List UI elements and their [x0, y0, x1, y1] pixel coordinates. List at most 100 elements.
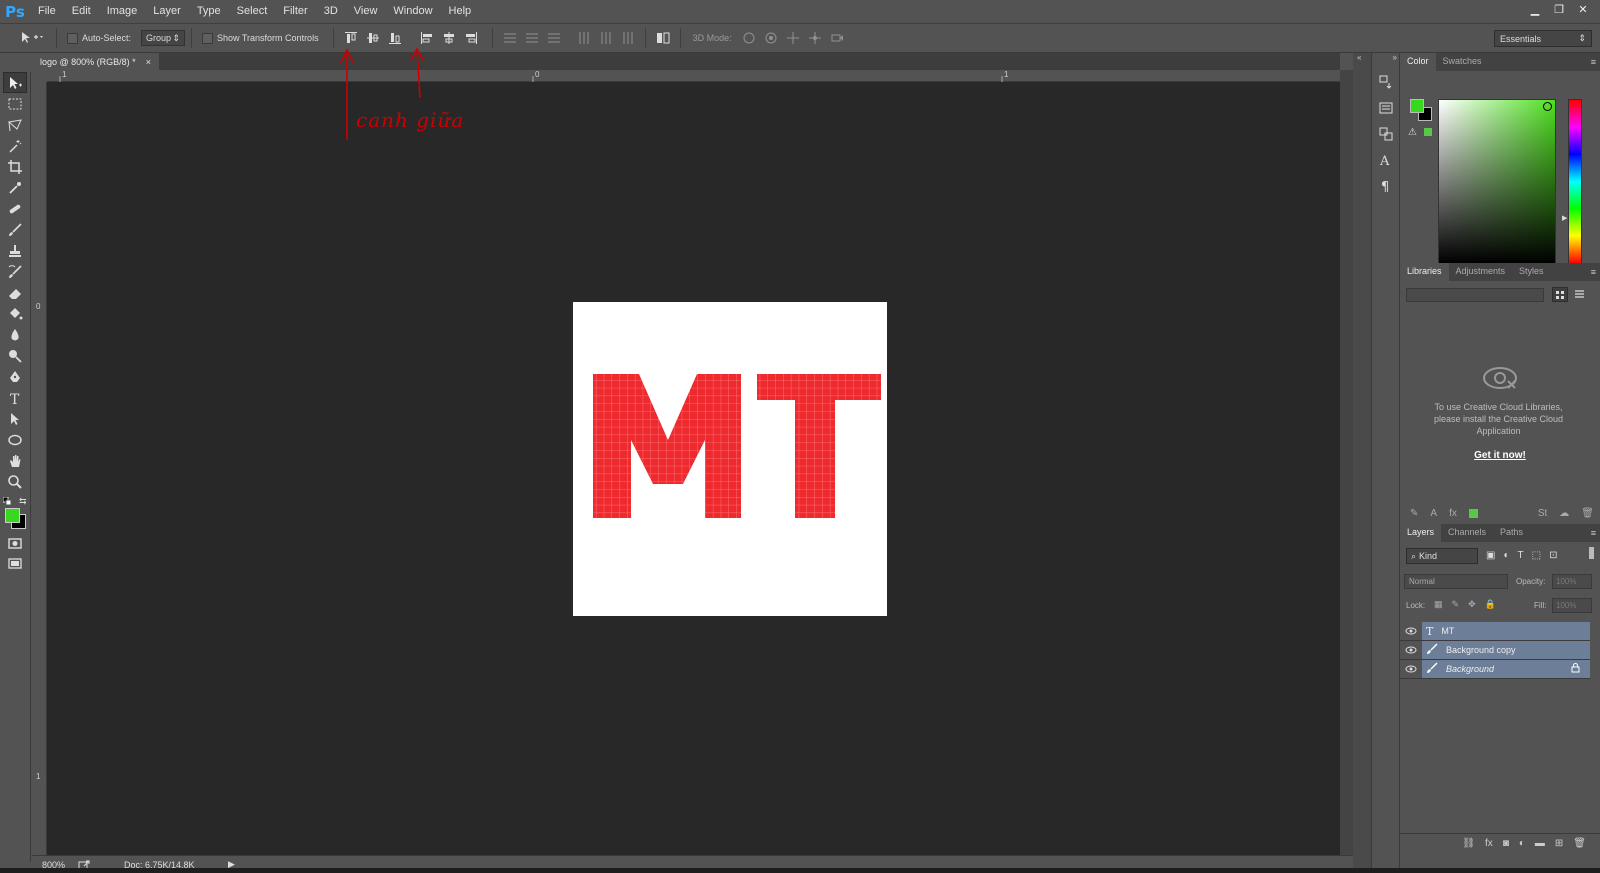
menu-layer[interactable]: Layer [145, 0, 189, 23]
distribute-hcenter-icon[interactable] [597, 29, 615, 47]
3d-pan-icon[interactable] [784, 29, 802, 47]
ruler-vertical[interactable]: 0 1 [32, 70, 47, 855]
workspace-dropdown[interactable]: Essentials ⇕ [1494, 30, 1592, 47]
trash-icon[interactable]: 🗑 [1581, 508, 1594, 519]
paint-bucket-tool-icon[interactable] [3, 303, 27, 324]
menu-3d[interactable]: 3D [316, 0, 346, 23]
menu-select[interactable]: Select [229, 0, 276, 23]
3d-orbit-icon[interactable] [740, 29, 758, 47]
distribute-right-icon[interactable] [619, 29, 637, 47]
ruler-horizontal[interactable]: 1 0 1 [47, 70, 1340, 82]
auto-select-dropdown[interactable]: Group ⇕ [141, 30, 186, 46]
tab-layers[interactable]: Layers [1400, 524, 1442, 542]
grid-view-icon[interactable] [1552, 287, 1568, 302]
magic-wand-tool-icon[interactable] [3, 135, 27, 156]
library-dropdown[interactable] [1406, 288, 1544, 302]
list-view-icon[interactable] [1572, 287, 1588, 302]
new-group-icon[interactable]: ▬ [1535, 838, 1545, 849]
layer-body[interactable]: Background [1422, 660, 1590, 678]
default-colors-icon[interactable] [2, 496, 12, 506]
properties-panel-icon[interactable] [1375, 97, 1397, 119]
eye-icon[interactable] [1400, 660, 1422, 679]
menu-file[interactable]: File [30, 0, 64, 23]
3d-scale-icon[interactable] [828, 29, 846, 47]
lock-transparent-icon[interactable]: ▦ [1434, 599, 1443, 610]
3d-roll-icon[interactable] [762, 29, 780, 47]
marquee-tool-icon[interactable] [3, 93, 27, 114]
distribute-left-icon[interactable] [575, 29, 593, 47]
filter-toggle-switch[interactable] [1589, 547, 1594, 559]
menu-window[interactable]: Window [385, 0, 440, 23]
collapse-panels-icon[interactable]: « [1357, 53, 1361, 62]
layer-row[interactable]: T MT [1400, 622, 1590, 641]
get-it-now-link[interactable]: Get it now! [1400, 450, 1600, 461]
hand-tool-icon[interactable] [3, 450, 27, 471]
paragraph-panel-icon[interactable]: ¶ [1375, 175, 1397, 197]
menu-image[interactable]: Image [99, 0, 146, 23]
lock-pixels-icon[interactable]: ✎ [1452, 599, 1460, 610]
history-brush-tool-icon[interactable] [3, 261, 27, 282]
brush-tool-icon[interactable] [3, 219, 27, 240]
filter-type-icon[interactable]: T [1518, 550, 1524, 561]
auto-align-layers-icon[interactable] [654, 29, 672, 47]
panel-menu-icon[interactable]: ≡ [1591, 57, 1596, 67]
hue-slider[interactable] [1568, 99, 1582, 264]
panel-menu-icon[interactable]: ≡ [1591, 528, 1596, 538]
quick-mask-icon[interactable] [3, 532, 27, 553]
filter-shape-icon[interactable]: ⬚ [1532, 550, 1541, 561]
layer-body[interactable]: T MT [1422, 622, 1590, 640]
layer-style-icon[interactable]: fx [1485, 838, 1493, 849]
color-picker-field[interactable] [1438, 99, 1556, 264]
screen-mode-icon[interactable] [3, 553, 27, 574]
menu-type[interactable]: Type [189, 0, 229, 23]
opacity-field[interactable]: 100% [1552, 574, 1592, 589]
filter-pixel-icon[interactable]: ▣ [1486, 550, 1495, 561]
ruler-origin[interactable] [32, 70, 47, 82]
layer-body[interactable]: Background copy [1422, 641, 1590, 659]
3d-slide-icon[interactable] [806, 29, 824, 47]
tab-styles[interactable]: Styles [1512, 263, 1551, 281]
panel-menu-icon[interactable]: ≡ [1591, 267, 1596, 277]
link-layers-icon[interactable]: ⛓ [1462, 838, 1475, 849]
fill-field[interactable]: 100% [1552, 598, 1592, 613]
swap-colors-icon[interactable]: ⇆ [19, 496, 28, 506]
document-tab[interactable]: logo @ 800% (RGB/8) * × [32, 53, 159, 70]
zoom-tool-icon[interactable] [3, 471, 27, 492]
character-panel-icon[interactable]: A [1375, 149, 1397, 171]
restore-button[interactable]: ❐ [1548, 2, 1570, 18]
add-layer-style-icon[interactable]: fx [1449, 508, 1457, 519]
menu-help[interactable]: Help [441, 0, 480, 23]
vertical-scrollbar[interactable] [1340, 70, 1353, 855]
dodge-tool-icon[interactable] [3, 345, 27, 366]
add-character-style-icon[interactable]: A [1430, 508, 1437, 519]
filter-smart-object-icon[interactable]: ⊡ [1549, 550, 1557, 561]
eyedropper-tool-icon[interactable] [3, 177, 27, 198]
close-tab-icon[interactable]: × [146, 57, 151, 67]
pen-tool-icon[interactable] [3, 366, 27, 387]
expand-panels-icon[interactable]: » [1372, 53, 1399, 67]
show-transform-checkbox[interactable] [202, 32, 214, 44]
move-tool-preset-icon[interactable] [14, 26, 50, 50]
eraser-tool-icon[interactable] [3, 282, 27, 303]
lasso-tool-icon[interactable] [3, 114, 27, 135]
blend-mode-dropdown[interactable]: Normal [1404, 574, 1508, 589]
history-panel-icon[interactable] [1375, 71, 1397, 93]
canvas-area[interactable]: MT canh giữa [47, 47, 1353, 855]
layer-mask-icon[interactable]: ◙ [1503, 838, 1509, 849]
eye-icon[interactable] [1400, 641, 1422, 660]
add-graphic-icon[interactable]: ✎ [1410, 508, 1418, 519]
minimize-button[interactable]: ▁ [1524, 2, 1546, 18]
tab-swatches[interactable]: Swatches [1436, 53, 1489, 71]
tab-color[interactable]: Color [1400, 53, 1436, 71]
gamut-color-chip[interactable] [1424, 128, 1432, 136]
color-fg-swatch[interactable] [1410, 99, 1424, 113]
distribute-bottom-icon[interactable] [545, 29, 563, 47]
foreground-color-swatch[interactable] [5, 508, 20, 523]
layer-row[interactable]: Background [1400, 660, 1590, 679]
stock-icon[interactable]: St [1538, 508, 1547, 519]
lock-position-icon[interactable]: ✥ [1468, 599, 1476, 610]
move-tool-icon[interactable] [3, 72, 27, 93]
tab-libraries[interactable]: Libraries [1400, 263, 1449, 281]
clone-stamp-tool-icon[interactable] [3, 240, 27, 261]
new-layer-icon[interactable]: ⊞ [1555, 838, 1563, 849]
